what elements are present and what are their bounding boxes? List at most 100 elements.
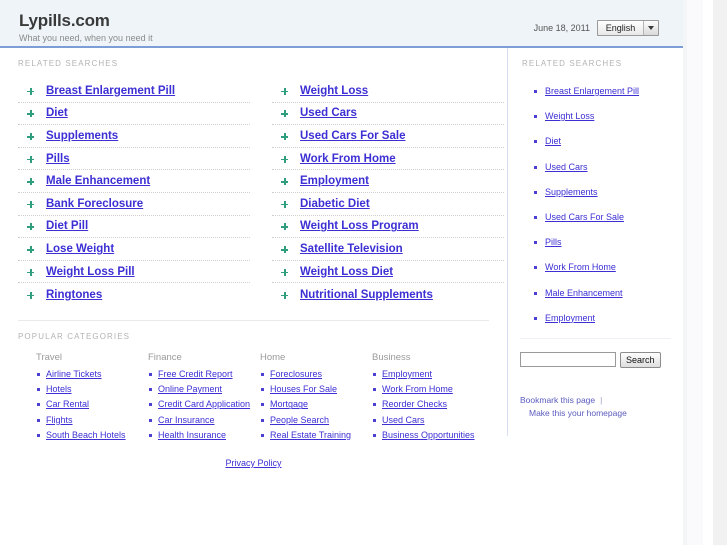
sidebar-related-item[interactable]: Employment [534,313,683,324]
related-search-item[interactable]: Diet [18,103,250,126]
category-item[interactable]: South Beach Hotels [36,430,148,441]
category-item[interactable]: Flights [36,415,148,426]
category-item[interactable]: Foreclosures [260,369,372,380]
related-search-link[interactable]: Nutritional Supplements [300,289,433,301]
related-search-link[interactable]: Diabetic Diet [300,198,370,210]
sidebar-related-item[interactable]: Breast Enlargement Pill [534,86,683,97]
related-search-item[interactable]: Weight Loss Program [272,216,504,239]
related-search-item[interactable]: Supplements [18,125,250,148]
category-item[interactable]: Reorder Checks [372,399,484,410]
sidebar-related-link[interactable]: Employment [545,313,595,323]
sidebar-related-item[interactable]: Used Cars [534,162,683,173]
related-search-item[interactable]: Employment [272,170,504,193]
related-search-item[interactable]: Weight Loss Pill [18,261,250,284]
sidebar-related-link[interactable]: Pills [545,237,562,247]
category-item[interactable]: Business Opportunities [372,430,484,441]
category-link[interactable]: Houses For Sale [270,384,337,394]
sidebar-related-link[interactable]: Male Enhancement [545,288,623,298]
related-search-item[interactable]: Breast Enlargement Pill [18,80,250,103]
related-search-link[interactable]: Weight Loss Program [300,220,419,232]
related-search-item[interactable]: Bank Foreclosure [18,193,250,216]
category-link[interactable]: Free Credit Report [158,369,233,379]
related-search-link[interactable]: Used Cars For Sale [300,130,405,142]
category-item[interactable]: Credit Card Application [148,399,260,410]
sidebar-related-item[interactable]: Supplements [534,187,683,198]
category-link[interactable]: Real Estate Training [270,430,351,440]
category-link[interactable]: Airline Tickets [46,369,102,379]
related-search-item[interactable]: Weight Loss Diet [272,261,504,284]
sidebar-related-item[interactable]: Used Cars For Sale [534,212,683,223]
category-link[interactable]: Employment [382,369,432,379]
related-search-link[interactable]: Diet Pill [46,220,88,232]
related-search-item[interactable]: Nutritional Supplements [272,283,504,306]
privacy-policy-link[interactable]: Privacy Policy [225,458,281,468]
category-link[interactable]: Work From Home [382,384,453,394]
related-search-link[interactable]: Supplements [46,130,118,142]
sidebar-related-link[interactable]: Supplements [545,187,598,197]
sidebar-related-item[interactable]: Male Enhancement [534,288,683,299]
category-link[interactable]: Credit Card Application [158,399,250,409]
related-search-item[interactable]: Diet Pill [18,216,250,239]
related-search-link[interactable]: Lose Weight [46,243,114,255]
related-search-link[interactable]: Breast Enlargement Pill [46,85,175,97]
related-search-link[interactable]: Weight Loss [300,85,368,97]
related-search-item[interactable]: Work From Home [272,148,504,171]
category-link[interactable]: Online Payment [158,384,222,394]
category-link[interactable]: Reorder Checks [382,399,447,409]
related-search-item[interactable]: Used Cars For Sale [272,125,504,148]
search-button[interactable]: Search [620,351,661,368]
search-input[interactable] [520,352,616,368]
sidebar-related-link[interactable]: Weight Loss [545,111,594,121]
related-search-link[interactable]: Bank Foreclosure [46,198,143,210]
sidebar-related-item[interactable]: Work From Home [534,262,683,273]
language-select[interactable]: English [597,20,659,36]
bookmark-page-link[interactable]: Bookmark this page | [520,394,683,407]
category-link[interactable]: Mortgage [270,399,308,409]
category-item[interactable]: Real Estate Training [260,430,372,441]
sidebar-related-link[interactable]: Used Cars For Sale [545,212,624,222]
category-link[interactable]: Business Opportunities [382,430,475,440]
category-link[interactable]: Used Cars [382,415,425,425]
category-item[interactable]: Mortgage [260,399,372,410]
related-search-item[interactable]: Pills [18,148,250,171]
category-item[interactable]: Houses For Sale [260,384,372,395]
category-link[interactable]: Health Insurance [158,430,226,440]
related-search-link[interactable]: Male Enhancement [46,175,150,187]
category-link[interactable]: People Search [270,415,329,425]
sidebar-related-item[interactable]: Diet [534,136,683,147]
related-search-link[interactable]: Diet [46,107,68,119]
related-search-item[interactable]: Lose Weight [18,238,250,261]
category-item[interactable]: Used Cars [372,415,484,426]
related-search-link[interactable]: Satellite Television [300,243,403,255]
related-search-link[interactable]: Pills [46,153,70,165]
related-search-item[interactable]: Diabetic Diet [272,193,504,216]
related-search-link[interactable]: Ringtones [46,289,102,301]
category-item[interactable]: Employment [372,369,484,380]
related-search-link[interactable]: Used Cars [300,107,357,119]
related-search-item[interactable]: Weight Loss [272,80,504,103]
related-search-link[interactable]: Employment [300,175,369,187]
related-search-link[interactable]: Weight Loss Diet [300,266,393,278]
category-item[interactable]: Hotels [36,384,148,395]
related-search-item[interactable]: Ringtones [18,283,250,306]
category-link[interactable]: Foreclosures [270,369,322,379]
category-item[interactable]: Health Insurance [148,430,260,441]
category-item[interactable]: Work From Home [372,384,484,395]
category-link[interactable]: South Beach Hotels [46,430,126,440]
related-search-link[interactable]: Work From Home [300,153,396,165]
related-search-item[interactable]: Male Enhancement [18,170,250,193]
sidebar-related-item[interactable]: Pills [534,237,683,248]
category-link[interactable]: Car Insurance [158,415,215,425]
category-item[interactable]: Online Payment [148,384,260,395]
set-homepage-link[interactable]: Make this your homepage [529,407,683,420]
related-search-item[interactable]: Used Cars [272,103,504,126]
sidebar-related-link[interactable]: Breast Enlargement Pill [545,86,639,96]
category-link[interactable]: Hotels [46,384,72,394]
category-link[interactable]: Flights [46,415,73,425]
category-item[interactable]: People Search [260,415,372,426]
sidebar-related-item[interactable]: Weight Loss [534,111,683,122]
sidebar-related-link[interactable]: Work From Home [545,262,616,272]
related-search-link[interactable]: Weight Loss Pill [46,266,135,278]
category-item[interactable]: Car Insurance [148,415,260,426]
related-search-item[interactable]: Satellite Television [272,238,504,261]
